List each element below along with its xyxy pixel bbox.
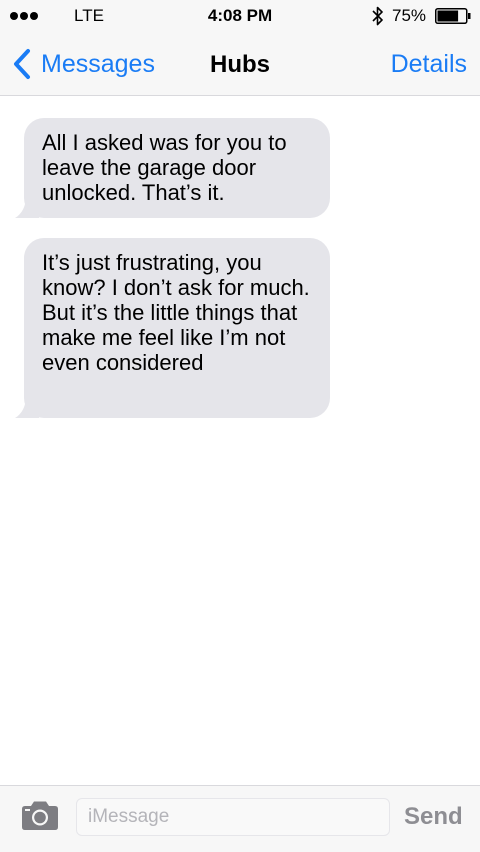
back-button[interactable]: Messages [12,48,155,80]
back-button-label: Messages [41,49,155,78]
battery-icon [435,8,471,24]
battery-percentage: 75% [392,6,427,25]
bubble-tail [15,396,39,418]
message-input-bar: Send [0,785,480,852]
send-button[interactable]: Send [404,803,463,831]
bubble-tail [15,196,39,218]
incoming-message-bubble[interactable]: It’s just frustrating, you know? I don’t… [15,238,330,418]
details-button[interactable]: Details [391,50,467,79]
message-input[interactable] [76,798,390,836]
message-text: All I asked was for you to leave the gar… [42,130,287,205]
message-text: It’s just frustrating, you know? I don’t… [42,250,310,375]
camera-icon[interactable] [20,800,60,832]
incoming-message-bubble[interactable]: All I asked was for you to leave the gar… [15,118,330,218]
navigation-bar: Messages Hubs Details [0,34,480,96]
bluetooth-icon [372,6,383,26]
chevron-left-icon [14,49,30,79]
status-bar: LTE 4:08 PM 75% [0,0,480,34]
